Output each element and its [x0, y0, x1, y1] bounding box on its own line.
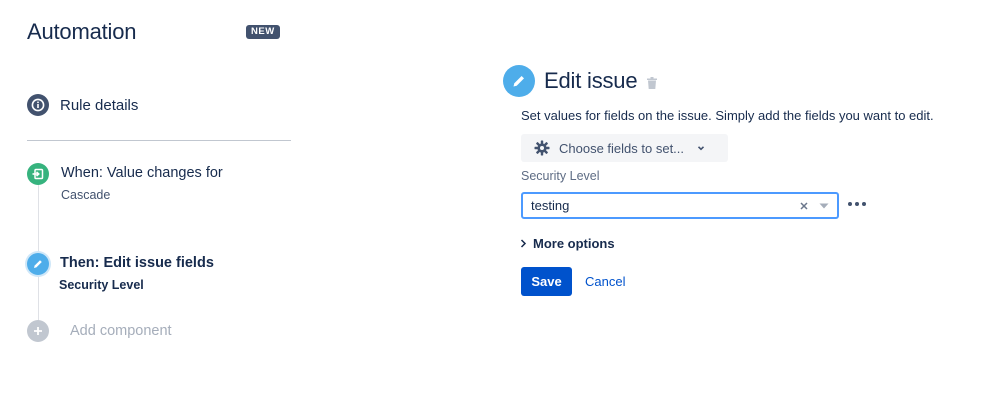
action-item[interactable]: Then: Edit issue fields Security Level	[27, 253, 214, 292]
editor-title: Edit issue	[544, 68, 638, 93]
chevron-right-icon	[520, 239, 527, 248]
security-level-value: testing	[531, 198, 570, 213]
gear-icon	[534, 140, 550, 156]
trash-icon[interactable]	[647, 76, 658, 89]
trigger-title: When: Value changes for	[61, 165, 223, 181]
trigger-icon	[27, 163, 49, 185]
dropdown-arrow-icon[interactable]	[813, 203, 835, 209]
sidebar-divider	[27, 140, 291, 141]
security-level-select[interactable]: testing	[521, 192, 839, 219]
save-button[interactable]: Save	[521, 267, 572, 296]
trigger-item[interactable]: When: Value changes for Cascade	[27, 163, 223, 202]
security-level-label: Security Level	[521, 169, 600, 183]
more-options-toggle[interactable]: More options	[520, 236, 615, 251]
editor-header: Edit issue	[503, 65, 658, 97]
more-actions-icon[interactable]	[846, 200, 868, 208]
rule-details-label: Rule details	[60, 96, 139, 114]
more-options-label: More options	[533, 236, 615, 251]
pencil-icon	[27, 253, 49, 275]
choose-fields-label: Choose fields to set...	[559, 140, 685, 156]
choose-fields-button[interactable]: Choose fields to set...	[521, 134, 728, 162]
clear-icon[interactable]	[795, 201, 813, 210]
page-title: Automation	[27, 19, 137, 44]
editor-description: Set values for fields on the issue. Simp…	[521, 108, 934, 123]
plus-icon	[27, 320, 49, 342]
add-component-button[interactable]: Add component	[27, 320, 172, 342]
trigger-subtitle: Cascade	[61, 188, 111, 202]
info-icon	[27, 94, 49, 116]
cancel-button[interactable]: Cancel	[585, 274, 625, 289]
pencil-icon	[503, 65, 535, 97]
new-badge: NEW	[246, 25, 280, 39]
action-subtitle: Security Level	[59, 278, 144, 292]
chevron-down-icon	[696, 143, 706, 153]
rule-details-item[interactable]: Rule details	[27, 94, 138, 116]
add-component-label: Add component	[70, 323, 172, 339]
action-title: Then: Edit issue fields	[60, 255, 214, 271]
